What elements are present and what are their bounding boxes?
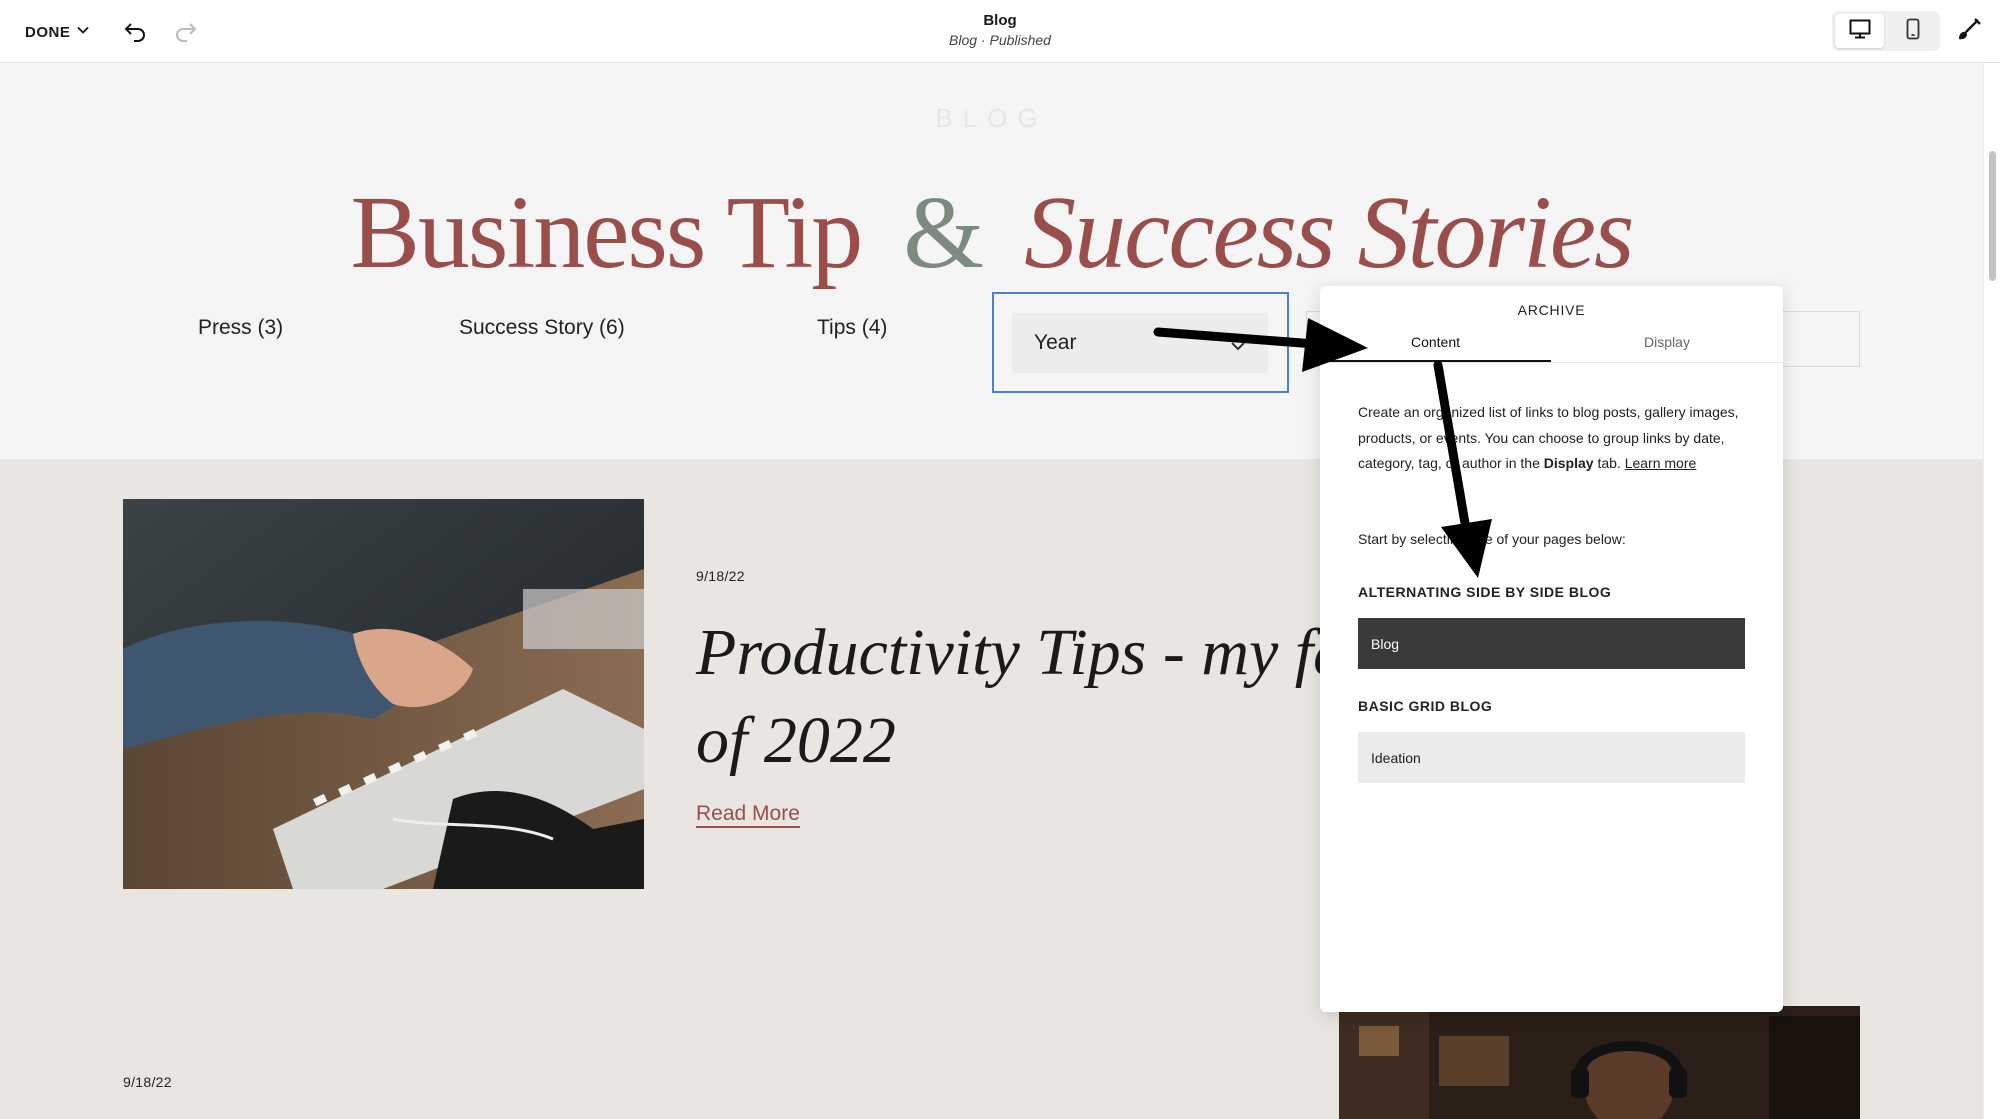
hero-title-part1: Business Tip (350, 175, 864, 290)
tab-display[interactable]: Display (1551, 328, 1783, 362)
section-label-alternating: ALTERNATING SIDE BY SIDE BLOG (1358, 584, 1612, 600)
post-image-typing[interactable] (123, 499, 644, 889)
device-toggle (1832, 11, 1940, 51)
undo-icon[interactable] (119, 16, 151, 48)
desktop-view-button[interactable] (1835, 14, 1884, 48)
archive-block-selected[interactable]: Year (992, 292, 1289, 393)
page-option-ideation[interactable]: Ideation (1358, 732, 1745, 783)
mobile-icon (1906, 18, 1920, 45)
redo-icon[interactable] (170, 16, 202, 48)
hero-title[interactable]: Business Tip & Success Stories (0, 173, 1983, 292)
hero-title-part2: Success Stories (1024, 175, 1634, 290)
section-label-basic-grid: BASIC GRID BLOG (1358, 698, 1493, 714)
tab-content[interactable]: Content (1320, 328, 1551, 362)
post-date: 9/18/22 (123, 1074, 172, 1090)
category-link-tips[interactable]: Tips (4) (817, 316, 887, 340)
done-label: DONE (25, 23, 71, 41)
desc-text-2: tab. (1593, 455, 1625, 471)
archive-year-value: Year (1034, 331, 1077, 354)
page-option-blog[interactable]: Blog (1358, 618, 1745, 669)
tab-divider (1320, 362, 1783, 363)
archive-settings-panel: ARCHIVE Content Display Create an organi… (1320, 286, 1783, 1012)
desktop-icon (1849, 19, 1871, 44)
page-title-block: Blog Blog · Published (850, 12, 1150, 48)
scrollbar-thumb[interactable] (1989, 151, 1996, 281)
chevron-down-icon (76, 23, 90, 41)
category-link-success-story[interactable]: Success Story (6) (459, 316, 625, 340)
editor-topbar: DONE Blog Blog · Published (0, 0, 2000, 63)
panel-title: ARCHIVE (1517, 302, 1586, 318)
post-title-line1: Productivity Tips - my fa (696, 616, 1347, 689)
post-title-line2: of 2022 (696, 704, 896, 777)
chevron-down-icon (1230, 335, 1246, 359)
panel-description: Create an organized list of links to blo… (1358, 400, 1752, 477)
post-image-headphones[interactable] (1339, 1006, 1860, 1119)
learn-more-link[interactable]: Learn more (1625, 455, 1697, 471)
category-link-press[interactable]: Press (3) (198, 316, 283, 340)
hero-ampersand: & (903, 175, 984, 290)
panel-start-text: Start by selecting one of your pages bel… (1358, 531, 1626, 547)
blog-eyebrow: BLOG (935, 103, 1048, 133)
post-title[interactable]: Productivity Tips - my fa of 2022 (696, 609, 1396, 785)
page-scrollbar[interactable] (1983, 63, 2000, 1119)
brush-icon (1956, 17, 1982, 48)
site-styles-button[interactable] (1952, 15, 1986, 49)
read-more-link[interactable]: Read More (696, 802, 800, 826)
page-status: Blog · Published (949, 32, 1051, 48)
desc-bold: Display (1543, 455, 1594, 471)
page-title: Blog (983, 12, 1017, 29)
post-date: 9/18/22 (696, 568, 745, 584)
done-button[interactable]: DONE (25, 20, 90, 44)
mobile-view-button[interactable] (1888, 14, 1937, 48)
archive-year-select[interactable]: Year (1012, 313, 1268, 373)
